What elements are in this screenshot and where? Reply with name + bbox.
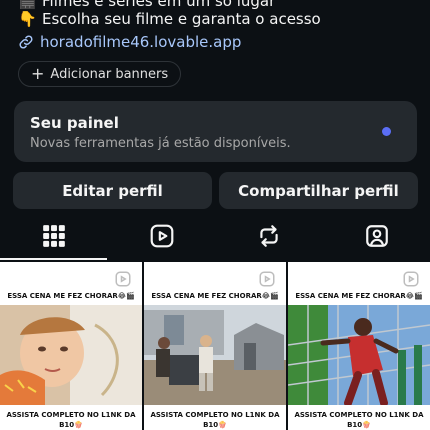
post-caption-top: ESSA CENA ME FEZ CHORAR😂🎬 xyxy=(7,292,135,300)
tab-tagged[interactable] xyxy=(323,212,430,260)
post-caption-bottom: ASSISTA COMPLETO NO L1NK DA B10🍿 xyxy=(150,411,280,429)
tab-reposts[interactable] xyxy=(215,212,322,260)
edit-profile-button[interactable]: Editar perfil xyxy=(13,172,212,209)
notification-dot xyxy=(382,127,391,136)
reel-icon xyxy=(403,271,419,287)
reels-icon xyxy=(150,224,173,248)
post-photo-fence xyxy=(288,305,430,405)
post-tile[interactable]: ESSA CENA ME FEZ CHORAR😂🎬 ASSISTA COMPLE… xyxy=(0,262,142,430)
panel-title: Seu painel xyxy=(30,114,119,132)
post-tile[interactable]: ESSA CENA ME FEZ CHORAR😂🎬 ASSISTA COMPLE… xyxy=(144,262,286,430)
panel-subtitle: Novas ferramentas já estão disponíveis. xyxy=(30,136,291,151)
post-caption-bottom: ASSISTA COMPLETO NO L1NK DA B10🍿 xyxy=(294,411,424,429)
post-caption-top: ESSA CENA ME FEZ CHORAR😂🎬 xyxy=(151,292,279,300)
tagged-icon xyxy=(365,225,388,247)
posts-grid: ESSA CENA ME FEZ CHORAR😂🎬 ASSISTA COMPLE… xyxy=(0,262,430,430)
bio-link-text: horadofilme46.lovable.app xyxy=(40,33,242,51)
post-photo-child xyxy=(0,305,142,405)
bio-link[interactable]: horadofilme46.lovable.app xyxy=(18,33,241,51)
grid-icon xyxy=(42,225,65,247)
bio-line-1: 🎬 Filmes e séries em um só lugar xyxy=(18,0,275,10)
post-photo-yard xyxy=(144,305,286,405)
dashboard-panel[interactable]: Seu painel Novas ferramentas já estão di… xyxy=(14,101,417,162)
reel-icon xyxy=(115,271,131,287)
plus-icon: + xyxy=(31,64,45,83)
post-tile[interactable]: ESSA CENA ME FEZ CHORAR😂🎬 ASSISTA COMPLE… xyxy=(288,262,430,430)
clapper-icon: 🎬 xyxy=(18,0,37,10)
post-caption-top: ESSA CENA ME FEZ CHORAR😂🎬 xyxy=(295,292,423,300)
post-caption-bottom: ASSISTA COMPLETO NO L1NK DA B10🍿 xyxy=(6,411,136,429)
add-banners-button[interactable]: + Adicionar banners xyxy=(18,61,182,87)
pointing-down-emoji: 👇 xyxy=(18,10,37,28)
reel-icon xyxy=(259,271,275,287)
bio-line-2: 👇 Escolha seu filme e garanta o acesso xyxy=(18,10,321,28)
link-icon xyxy=(19,35,33,49)
add-banners-label: Adicionar banners xyxy=(50,66,169,82)
tab-reels[interactable] xyxy=(108,212,215,260)
share-profile-button[interactable]: Compartilhar perfil xyxy=(219,172,418,209)
bio-text-1: Filmes e séries em um só lugar xyxy=(42,0,276,10)
tab-grid[interactable] xyxy=(0,212,107,260)
bio-text-2: Escolha seu filme e garanta o acesso xyxy=(42,10,321,28)
profile-tabs xyxy=(0,212,430,260)
reposts-icon xyxy=(259,225,278,247)
